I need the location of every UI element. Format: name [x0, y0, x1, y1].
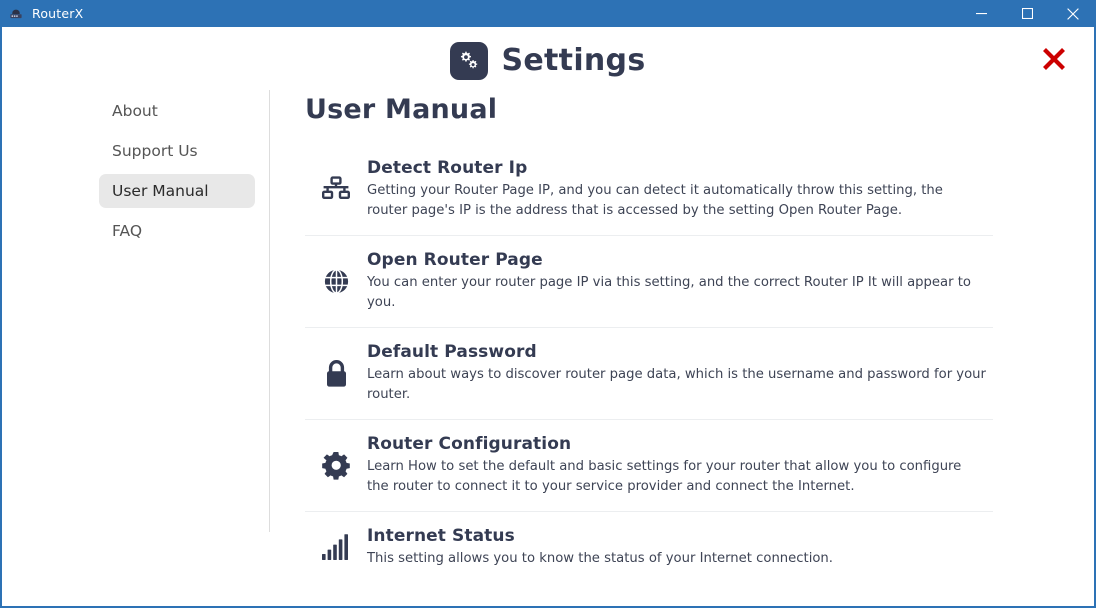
globe-icon [305, 268, 367, 295]
gear-icon [305, 451, 367, 480]
list-item-text: Default Password Learn about ways to dis… [367, 342, 993, 406]
list-item-title: Detect Router Ip [367, 158, 528, 178]
lock-icon [305, 359, 367, 389]
minimize-button[interactable] [958, 0, 1004, 27]
content-pane: User Manual Detect Router Ip Getting you… [269, 90, 1094, 606]
sidebar-divider [269, 90, 270, 532]
list-item-title: Default Password [367, 341, 537, 362]
list-item-title: Open Router Page [367, 249, 543, 270]
title-bar: RouterX [0, 0, 1096, 27]
settings-header: Settings [2, 27, 1094, 90]
sidebar-items: About Support Us User Manual FAQ [2, 94, 269, 248]
list-item-text: Internet Status This setting allows you … [367, 526, 993, 569]
maximize-button[interactable] [1004, 0, 1050, 27]
sidebar-item-label: Support Us [112, 142, 198, 160]
router-icon [8, 6, 24, 22]
body: About Support Us User Manual FAQ User Ma… [2, 90, 1094, 606]
list-item-description: You can enter your router page IP via th… [367, 274, 971, 311]
settings-title: Settings [501, 43, 646, 78]
close-button[interactable] [1050, 0, 1096, 27]
sidebar-item-about[interactable]: About [99, 94, 255, 128]
sidebar-item-faq[interactable]: FAQ [99, 214, 255, 248]
sidebar-item-label: FAQ [112, 222, 143, 240]
list-item-description: Learn How to set the default and basic s… [367, 458, 962, 495]
list-item[interactable]: Router Configuration Learn How to set th… [305, 420, 993, 512]
list-item-text: Detect Router Ip Getting your Router Pag… [367, 158, 993, 222]
list-item[interactable]: Open Router Page You can enter your rout… [305, 236, 993, 328]
list-item[interactable]: Detect Router Ip Getting your Router Pag… [305, 144, 993, 236]
list-item[interactable]: Default Password Learn about ways to dis… [305, 328, 993, 420]
list-item-description: Learn about ways to discover router page… [367, 366, 986, 403]
list-item-description: Getting your Router Page IP, and you can… [367, 183, 943, 219]
red-x-close-icon[interactable] [1037, 42, 1071, 76]
sidebar-item-label: User Manual [112, 182, 209, 200]
list-item-text: Router Configuration Learn How to set th… [367, 434, 993, 498]
sidebar-item-user-manual[interactable]: User Manual [99, 174, 255, 208]
page-title: User Manual [305, 94, 498, 125]
manual-list: Detect Router Ip Getting your Router Pag… [305, 144, 993, 582]
list-item-description: This setting allows you to know the stat… [367, 550, 833, 566]
settings-brand: Settings [450, 41, 646, 80]
sidebar-item-support-us[interactable]: Support Us [99, 134, 255, 168]
signal-bars-icon [305, 533, 367, 561]
app-window: RouterX Settings About Support Us User M… [0, 0, 1096, 608]
sidebar-item-label: About [112, 102, 158, 120]
sitemap-icon [305, 176, 367, 204]
app-title: RouterX [32, 6, 84, 21]
list-item-title: Router Configuration [367, 433, 572, 454]
window-controls [958, 0, 1096, 27]
title-bar-left: RouterX [8, 6, 83, 22]
list-item[interactable]: Internet Status This setting allows you … [305, 512, 993, 582]
list-item-text: Open Router Page You can enter your rout… [367, 250, 993, 314]
sidebar: About Support Us User Manual FAQ [2, 90, 270, 606]
list-item-title: Internet Status [367, 525, 515, 546]
gears-icon [450, 41, 489, 80]
